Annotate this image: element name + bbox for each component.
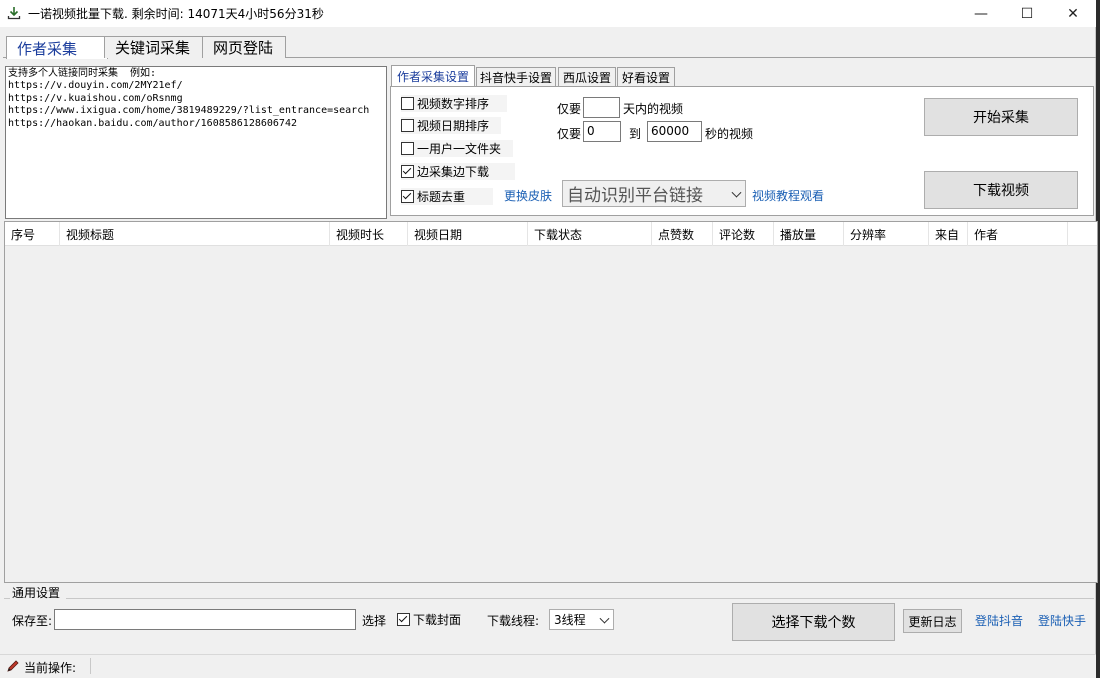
current-operation-label: 当前操作: — [24, 661, 77, 675]
subtab-label: 抖音快手设置 — [479, 71, 552, 85]
checkbox-box — [401, 190, 414, 203]
duration-to-label: 到 — [629, 127, 642, 141]
column-header-index[interactable]: 序号 — [5, 222, 60, 246]
checkbox-box — [401, 119, 414, 132]
save-to-label: 保存至: — [12, 614, 53, 628]
tab-label: 关键词采集 — [115, 39, 191, 57]
column-header-date[interactable]: 视频日期 — [408, 222, 528, 246]
general-group-line-right — [66, 598, 1094, 599]
maximize-button[interactable]: ☐ — [1004, 0, 1050, 27]
column-header-comments[interactable]: 评论数 — [713, 222, 774, 246]
checkbox-box — [397, 613, 410, 626]
column-header-likes[interactable]: 点赞数 — [652, 222, 713, 246]
close-button[interactable]: ✕ — [1050, 0, 1096, 27]
days-input[interactable] — [583, 97, 620, 118]
update-log-button[interactable]: 更新日志 — [903, 609, 962, 633]
change-skin-link[interactable]: 更换皮肤 — [504, 187, 552, 204]
title-bar: 一诺视频批量下载. 剩余时间: 14071天4小时56分31秒 — ☐ ✕ — [0, 0, 1096, 27]
minimize-button[interactable]: — — [958, 0, 1004, 27]
column-header-source[interactable]: 来自 — [929, 222, 968, 246]
login-kuaishou-link[interactable]: 登陆快手 — [1038, 612, 1086, 629]
pencil-icon — [6, 659, 20, 673]
platform-select-value: 自动识别平台链接 — [567, 186, 703, 206]
general-group-line-left — [4, 598, 10, 599]
column-header-resolution[interactable]: 分辨率 — [844, 222, 929, 246]
login-douyin-link[interactable]: 登陆抖音 — [975, 612, 1023, 629]
maximize-icon: ☐ — [1020, 5, 1034, 22]
start-collect-button[interactable]: 开始采集 — [924, 98, 1078, 136]
column-header-plays[interactable]: 播放量 — [774, 222, 844, 246]
column-header-title[interactable]: 视频标题 — [60, 222, 330, 246]
author-links-textarea[interactable]: 支持多个人链接同时采集 例如: https://v.douyin.com/2MY… — [5, 66, 387, 219]
close-icon: ✕ — [1067, 5, 1079, 22]
subtab-author-settings[interactable]: 作者采集设置 — [391, 65, 475, 87]
window-title: 一诺视频批量下载. 剩余时间: 14071天4小时56分31秒 — [28, 7, 324, 21]
sort-by-number-checkbox[interactable]: 视频数字排序 — [401, 95, 507, 112]
checkbox-label: 视频日期排序 — [417, 119, 490, 133]
column-header-download-status[interactable]: 下载状态 — [528, 222, 652, 246]
status-bar: 当前操作: — [0, 654, 1096, 678]
tab-author-collect[interactable]: 作者采集 — [6, 36, 108, 59]
video-tutorial-link[interactable]: 视频教程观看 — [752, 187, 824, 204]
checkbox-label: 一用户一文件夹 — [417, 142, 502, 156]
checkbox-label: 边采集边下载 — [417, 165, 490, 179]
column-header-duration[interactable]: 视频时长 — [330, 222, 408, 246]
platform-select[interactable]: 自动识别平台链接 — [562, 180, 746, 207]
checkbox-label: 下载封面 — [413, 613, 462, 627]
tab-label: 作者采集 — [17, 39, 78, 58]
sort-by-date-checkbox[interactable]: 视频日期排序 — [401, 117, 501, 134]
checkbox-label: 标题去重 — [417, 190, 466, 204]
checkbox-label: 视频数字排序 — [417, 97, 490, 111]
subtab-label: 作者采集设置 — [396, 70, 469, 84]
tab-label: 网页登陆 — [213, 39, 274, 57]
minimize-icon: — — [974, 5, 988, 22]
save-path-input[interactable] — [54, 609, 356, 630]
dedupe-titles-checkbox[interactable]: 标题去重 — [401, 188, 493, 205]
chevron-down-icon — [599, 613, 610, 624]
download-while-collecting-checkbox[interactable]: 边采集边下载 — [401, 163, 515, 180]
duration-prefix-label: 仅要 — [557, 127, 582, 141]
duration-max-input[interactable]: 60000 — [647, 121, 702, 142]
checkbox-box — [401, 142, 414, 155]
tab-keyword-collect[interactable]: 关键词采集 — [104, 36, 204, 58]
one-user-one-folder-checkbox[interactable]: 一用户一文件夹 — [401, 140, 513, 157]
table-header: 序号 视频标题 视频时长 视频日期 下载状态 点赞数 评论数 播放量 分辨率 来… — [5, 222, 1097, 246]
subtab-douyin-kuaishou[interactable]: 抖音快手设置 — [476, 67, 556, 87]
threads-select-value: 3线程 — [554, 613, 586, 627]
column-header-author[interactable]: 作者 — [968, 222, 1068, 246]
subtab-label: 好看设置 — [621, 71, 670, 85]
duration-suffix-label: 秒的视频 — [705, 127, 754, 141]
app-window: 一诺视频批量下载. 剩余时间: 14071天4小时56分31秒 — ☐ ✕ 作者… — [0, 0, 1098, 678]
download-cover-checkbox[interactable]: 下载封面 — [397, 611, 467, 628]
days-suffix-label: 天内的视频 — [623, 102, 684, 116]
tab-web-login[interactable]: 网页登陆 — [202, 36, 286, 58]
days-prefix-label: 仅要 — [557, 102, 582, 116]
duration-min-input[interactable]: 0 — [583, 121, 621, 142]
subtab-xigua[interactable]: 西瓜设置 — [558, 67, 616, 87]
checkbox-box — [401, 97, 414, 110]
choose-folder-link[interactable]: 选择 — [362, 612, 386, 629]
general-settings-title: 通用设置 — [12, 586, 61, 600]
threads-select[interactable]: 3线程 — [549, 609, 614, 630]
download-video-button[interactable]: 下载视频 — [924, 171, 1078, 209]
threads-label: 下载线程: — [487, 614, 540, 628]
checkbox-box — [401, 165, 414, 178]
status-separator — [90, 658, 91, 674]
app-download-icon — [7, 6, 21, 20]
chevron-down-icon — [731, 187, 742, 198]
select-download-count-button[interactable]: 选择下载个数 — [732, 603, 895, 641]
video-results-table[interactable] — [4, 221, 1098, 583]
subtab-haokan[interactable]: 好看设置 — [617, 67, 675, 87]
subtab-label: 西瓜设置 — [562, 71, 611, 85]
